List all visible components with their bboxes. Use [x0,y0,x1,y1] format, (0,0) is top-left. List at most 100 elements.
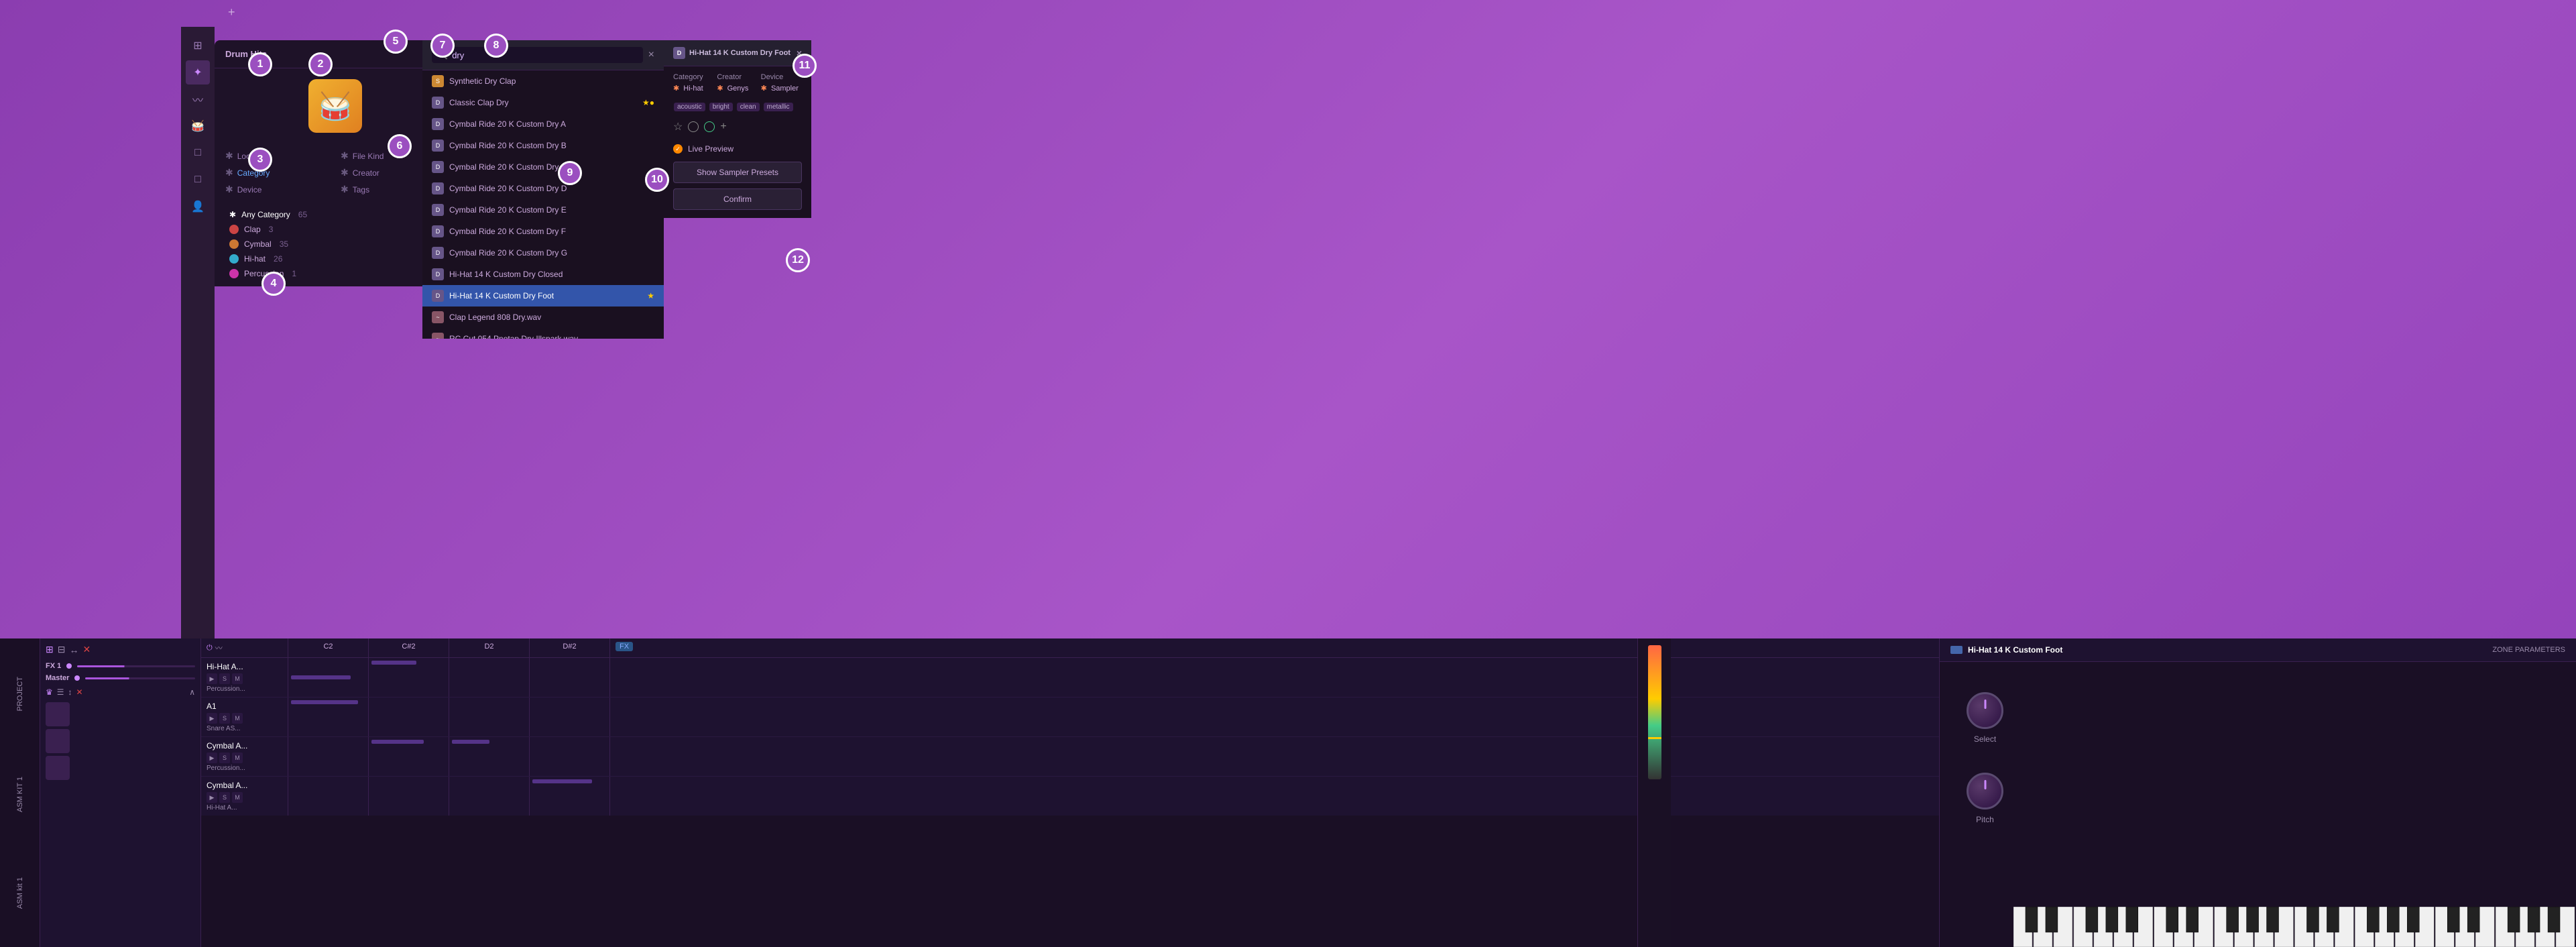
track-3-play[interactable]: ▶ [207,753,217,763]
track-1-cell-cs2[interactable] [369,658,449,697]
detail-circle-button-2[interactable] [704,121,715,132]
result-cymbal-c[interactable]: D Cymbal Ride 20 K Custom Dry C [422,156,664,178]
result-rc-cut[interactable]: ~ RC Cut 054 Pnotap Dry Illspark.wav [422,328,664,339]
piano-black-key[interactable] [2327,907,2339,932]
track-2-cell-cs2[interactable] [369,698,449,736]
filter-location[interactable]: ✱ Location [225,149,330,163]
track-1-cell-d2[interactable] [449,658,530,697]
track-4-cell-c2[interactable] [288,777,369,816]
tag-bright[interactable]: bright [709,103,733,111]
filter-category[interactable]: ✱ Category [225,166,330,180]
category-cymbal[interactable]: Cymbal 35 [225,237,445,252]
add-track-button[interactable]: + [228,5,235,19]
bottom-close-icon[interactable]: ✕ [76,687,83,697]
track-2-m[interactable]: M [232,713,243,724]
track-4-m[interactable]: M [232,792,243,803]
seq-icon-3[interactable]: ↔ [69,645,78,655]
sidebar-icon-drum[interactable]: 🥁 [186,114,210,138]
piano-black-key[interactable] [2166,907,2178,932]
tag-metallic[interactable]: metallic [764,103,793,111]
seq-icon-2[interactable]: ⊟ [58,644,66,655]
detail-star-button[interactable]: ☆ [673,120,683,133]
piano-black-key[interactable] [2046,907,2058,932]
piano-black-key[interactable] [2447,907,2459,932]
track-3-s[interactable]: S [219,753,230,763]
piano-black-key[interactable] [2186,907,2199,932]
piano-black-key[interactable] [2267,907,2279,932]
piano-black-key[interactable] [2306,907,2319,932]
piano-black-key[interactable] [2407,907,2419,932]
result-cymbal-a[interactable]: D Cymbal Ride 20 K Custom Dry A [422,113,664,135]
track-4-cell-cs2[interactable] [369,777,449,816]
piano-black-key[interactable] [2387,907,2399,932]
track-1-play[interactable]: ▶ [207,673,217,684]
detail-add-button[interactable]: + [720,121,726,133]
piano-black-key[interactable] [2126,907,2138,932]
result-clap-legend[interactable]: ~ Clap Legend 808 Dry.wav [422,307,664,328]
filter-device[interactable]: ✱ Device [225,182,330,197]
chevron-icon[interactable]: ∧ [189,687,195,697]
show-sampler-presets-button[interactable]: Show Sampler Presets [673,162,802,183]
track-2-cell-ds2[interactable] [530,698,610,736]
track-4-cell-d2[interactable] [449,777,530,816]
result-cymbal-f[interactable]: D Cymbal Ride 20 K Custom Dry F [422,221,664,242]
piano-black-key[interactable] [2227,907,2239,932]
sidebar-icon-photo2[interactable]: □ [186,168,210,192]
search-close-button[interactable]: × [648,49,654,61]
pitch-knob[interactable] [1967,773,2003,810]
track-1-cell-c2[interactable] [288,658,369,697]
result-synthetic-dry-clap[interactable]: S Synthetic Dry Clap [422,70,664,92]
track-2-cell-d2[interactable] [449,698,530,736]
category-any[interactable]: ✱ Any Category 65 [225,207,445,222]
track-4-play[interactable]: ▶ [207,792,217,803]
seq-icon-close[interactable]: ✕ [82,644,91,655]
track-4-cell-ds2[interactable] [530,777,610,816]
track-4-s[interactable]: S [219,792,230,803]
select-knob[interactable] [1967,692,2003,729]
track-1-m[interactable]: M [232,673,243,684]
sidebar-icon-wave[interactable]: 〰 [186,87,210,111]
track-2-s[interactable]: S [219,713,230,724]
piano-black-key[interactable] [2106,907,2118,932]
track-2-play[interactable]: ▶ [207,713,217,724]
piano-black-key[interactable] [2247,907,2259,932]
track-3-cell-ds2[interactable] [530,737,610,776]
tag-acoustic[interactable]: acoustic [674,103,705,111]
sidebar-icon-photo[interactable]: □ [186,141,210,165]
track-3-cell-d2[interactable] [449,737,530,776]
detail-circle-button-1[interactable] [688,121,699,132]
result-cymbal-e[interactable]: D Cymbal Ride 20 K Custom Dry E [422,199,664,221]
fader-handle[interactable] [1648,737,1661,739]
track-3-cell-c2[interactable] [288,737,369,776]
sidebar-icon-star[interactable]: ✦ [186,60,210,85]
piano-black-key[interactable] [2026,907,2038,932]
result-cymbal-d[interactable]: D Cymbal Ride 20 K Custom Dry D [422,178,664,199]
result-hihat-foot[interactable]: D Hi-Hat 14 K Custom Dry Foot ★ [422,285,664,307]
track-1-cell-ds2[interactable] [530,658,610,697]
fx-slider-1[interactable] [77,665,195,667]
result-classic-clap-dry[interactable]: D Classic Clap Dry ★● [422,92,664,113]
tag-clean[interactable]: clean [737,103,760,111]
piano-black-key[interactable] [2528,907,2540,932]
piano-black-key[interactable] [2508,907,2520,932]
result-cymbal-b[interactable]: D Cymbal Ride 20 K Custom Dry B [422,135,664,156]
seq-icon-1[interactable]: ⊞ [46,644,54,655]
category-percussion[interactable]: Percussion 1 [225,266,445,281]
search-input[interactable] [452,50,637,60]
list-icon[interactable]: ☰ [57,687,64,697]
category-hihat[interactable]: Hi-hat 26 [225,252,445,266]
category-clap[interactable]: Clap 3 [225,222,445,237]
sidebar-icon-user[interactable]: 👤 [186,194,210,219]
arrows-icon[interactable]: ↕ [68,687,72,697]
master-slider[interactable] [85,677,195,679]
piano-black-key[interactable] [2367,907,2379,932]
track-2-cell-c2[interactable] [288,698,369,736]
piano-black-key[interactable] [2467,907,2479,932]
search-input-wrap[interactable]: 🔍 [432,47,643,63]
sidebar-icon-grid[interactable]: ⊞ [186,34,210,58]
track-3-cell-cs2[interactable] [369,737,449,776]
track-1-s[interactable]: S [219,673,230,684]
confirm-button[interactable]: Confirm [673,188,802,210]
piano-black-key[interactable] [2548,907,2560,932]
result-cymbal-g[interactable]: D Cymbal Ride 20 K Custom Dry G [422,242,664,264]
